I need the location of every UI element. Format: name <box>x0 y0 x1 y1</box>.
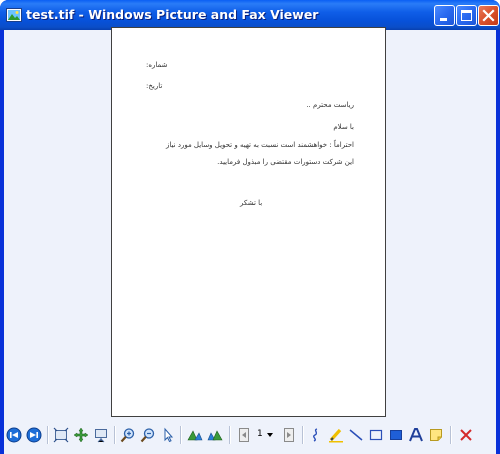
previous-image-button[interactable] <box>5 426 23 444</box>
minimize-icon <box>440 18 447 21</box>
document-line-greeting: با سلام <box>333 123 354 131</box>
minimize-button[interactable] <box>434 5 455 26</box>
document-line-recipient: ریاست محترم .. <box>306 101 354 109</box>
line-button[interactable] <box>347 426 365 444</box>
next-page-icon <box>284 428 294 442</box>
viewer-toolbar: 1 <box>4 422 496 450</box>
freehand-annotation-button[interactable] <box>307 426 325 444</box>
toolbar-separator <box>180 426 182 444</box>
picture-viewer-window: test.tif - Windows Picture and Fax Viewe… <box>0 0 500 454</box>
document-line-body-1: احتراماً : خواهشمند است نسبت به تهیه و ت… <box>166 141 354 149</box>
maximize-icon <box>461 10 472 21</box>
page-dropdown[interactable] <box>265 426 275 444</box>
sticky-note-icon <box>430 429 442 441</box>
next-page-button[interactable] <box>280 426 298 444</box>
document-line-closing: با تشکر <box>240 199 263 207</box>
rotate-counterclockwise-button[interactable] <box>206 426 224 444</box>
title-bar[interactable]: test.tif - Windows Picture and Fax Viewe… <box>0 0 500 30</box>
hollow-rectangle-button[interactable] <box>367 426 385 444</box>
text-annotation-icon <box>409 428 423 442</box>
highlighter-icon <box>329 428 343 443</box>
toolbar-separator <box>302 426 304 444</box>
toolbar-separator <box>47 426 49 444</box>
actual-size-button[interactable] <box>72 426 90 444</box>
previous-image-icon <box>6 427 22 443</box>
close-icon <box>482 9 495 22</box>
document-line-body-2: این شرکت دستورات مقتضی را مبذول فرمایید. <box>217 158 354 166</box>
delete-icon <box>460 429 472 441</box>
select-pointer-icon <box>164 427 174 443</box>
highlighter-button[interactable] <box>327 426 345 444</box>
select-pointer-button[interactable] <box>159 426 177 444</box>
next-image-icon <box>26 427 42 443</box>
text-annotation-button[interactable] <box>407 426 425 444</box>
page-dropdown-icon <box>267 433 273 437</box>
zoom-in-icon <box>120 428 135 443</box>
filled-rectangle-button[interactable] <box>387 426 405 444</box>
picture-viewer-app-icon[interactable] <box>6 7 22 22</box>
freehand-annotation-icon <box>313 428 318 442</box>
zoom-in-button[interactable] <box>119 426 137 444</box>
delete-button[interactable] <box>457 426 475 444</box>
line-icon <box>349 429 363 441</box>
toolbar-separator <box>229 426 231 444</box>
rotate-clockwise-button[interactable] <box>186 426 204 444</box>
actual-size-icon <box>73 427 89 443</box>
best-fit-button[interactable] <box>52 426 70 444</box>
rotate-clockwise-icon <box>187 430 203 441</box>
viewer-area[interactable]: شماره: تاریخ: ریاست محترم .. با سلام احت… <box>4 27 496 454</box>
zoom-out-button[interactable] <box>139 426 157 444</box>
zoom-out-icon <box>140 428 155 443</box>
best-fit-icon <box>53 427 69 443</box>
document-line-number: شماره: <box>146 61 168 69</box>
previous-page-icon <box>239 428 249 442</box>
close-button[interactable] <box>478 5 499 26</box>
next-image-button[interactable] <box>25 426 43 444</box>
document-line-date: تاریخ: <box>146 82 163 90</box>
filled-rectangle-icon <box>390 430 402 440</box>
previous-page-button[interactable] <box>235 426 253 444</box>
page-number: 1 <box>257 429 263 439</box>
hollow-rectangle-icon <box>369 429 383 441</box>
sticky-note-button[interactable] <box>427 426 445 444</box>
window-title: test.tif - Windows Picture and Fax Viewe… <box>26 7 319 22</box>
document-page[interactable]: شماره: تاریخ: ریاست محترم .. با سلام احت… <box>111 27 386 417</box>
maximize-button[interactable] <box>456 5 477 26</box>
toolbar-separator <box>450 426 452 444</box>
rotate-counterclockwise-icon <box>207 430 223 441</box>
toolbar-separator <box>114 426 116 444</box>
slideshow-button[interactable] <box>92 426 110 444</box>
slideshow-icon <box>95 429 107 443</box>
